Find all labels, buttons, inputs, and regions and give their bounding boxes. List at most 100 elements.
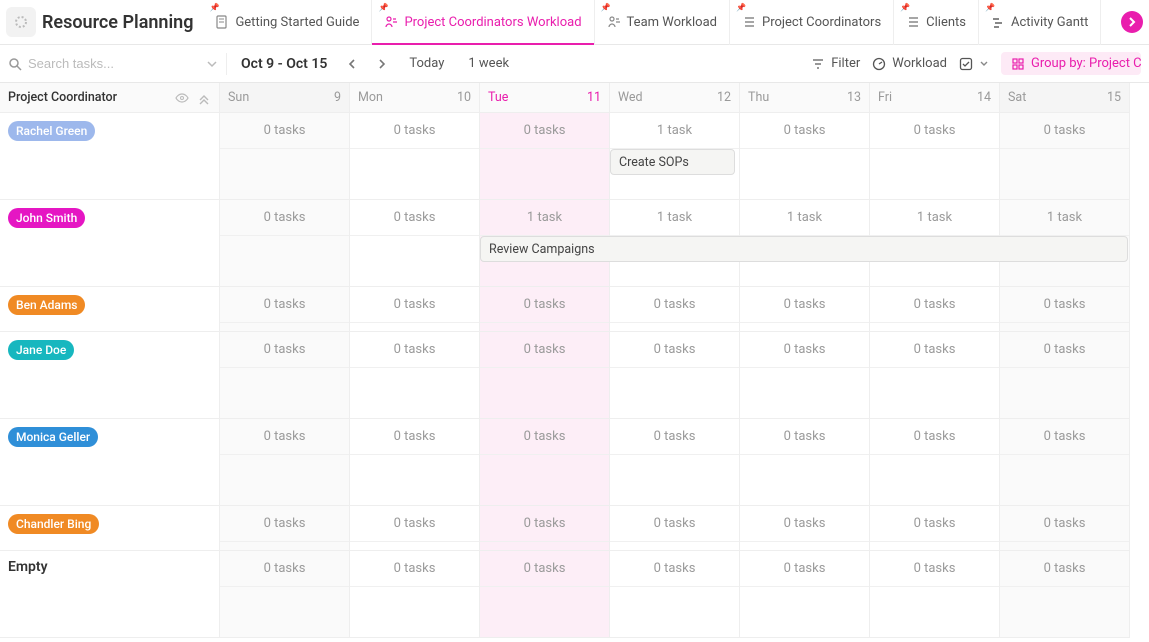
workload-cell[interactable]: 0 tasks [870, 113, 1000, 200]
date-range[interactable]: Oct 9 - Oct 15 [241, 56, 327, 72]
tab-project-coordinators-workload[interactable]: 📌 Project Coordinators Workload [372, 0, 594, 45]
day-header[interactable]: Thu13 [740, 83, 870, 113]
workload-cell[interactable]: 0 tasks [870, 506, 1000, 551]
day-header[interactable]: Wed12 [610, 83, 740, 113]
day-name: Thu [748, 90, 769, 105]
workload-cell[interactable]: 0 tasks [870, 287, 1000, 332]
checkbox-dropdown[interactable] [959, 57, 989, 71]
person-chip[interactable]: Jane Doe [8, 340, 74, 360]
row-header[interactable]: Empty [0, 551, 220, 638]
day-header[interactable]: Fri14 [870, 83, 1000, 113]
workload-cell[interactable]: 0 tasks [350, 419, 480, 506]
app-icon[interactable] [6, 7, 36, 37]
workload-cell[interactable]: 0 tasks [740, 287, 870, 332]
workload-cell[interactable]: 0 tasks [350, 506, 480, 551]
cell-body [740, 323, 869, 331]
workload-cell[interactable]: 0 tasks [480, 113, 610, 200]
day-header[interactable]: Tue11 [480, 83, 610, 113]
pin-icon: 📌 [601, 3, 611, 12]
workload-cell[interactable]: 0 tasks [610, 332, 740, 419]
workload-cell[interactable]: 0 tasks [610, 287, 740, 332]
workload-cell[interactable]: 0 tasks [1000, 419, 1130, 506]
cell-body [350, 455, 479, 505]
prev-week-button[interactable] [341, 53, 363, 75]
workload-cell[interactable]: 0 tasks [350, 551, 480, 638]
workload-cell[interactable]: 0 tasks [350, 287, 480, 332]
next-week-button[interactable] [371, 53, 393, 75]
workload-cell[interactable]: 0 tasks [870, 332, 1000, 419]
workload-cell[interactable]: 0 tasks [610, 419, 740, 506]
gauge-icon [872, 57, 886, 71]
workload-cell[interactable]: 0 tasks [480, 332, 610, 419]
eye-icon[interactable] [175, 91, 189, 105]
workload-cell[interactable]: 0 tasks [610, 551, 740, 638]
day-header[interactable]: Mon10 [350, 83, 480, 113]
workload-cell[interactable]: 0 tasks [480, 506, 610, 551]
workload-cell[interactable]: 0 tasks [220, 332, 350, 419]
workload-cell[interactable]: 0 tasks [740, 506, 870, 551]
workload-cell[interactable]: 0 tasks [870, 551, 1000, 638]
workload-cell[interactable]: 0 tasks [220, 551, 350, 638]
day-header[interactable]: Sun9 [220, 83, 350, 113]
workload-cell[interactable]: 0 tasks [610, 506, 740, 551]
search[interactable] [8, 56, 218, 71]
row-header[interactable]: Chandler Bing [0, 506, 220, 551]
person-chip[interactable]: Chandler Bing [8, 514, 99, 534]
collapse-icon[interactable] [197, 91, 211, 105]
workload-cell[interactable]: 0 tasks [740, 113, 870, 200]
workload-cell[interactable]: 0 tasks [220, 506, 350, 551]
today-button[interactable]: Today [401, 52, 452, 75]
workload-cell[interactable]: 0 tasks [740, 419, 870, 506]
chevron-down-icon[interactable] [206, 58, 218, 70]
workload-cell[interactable]: 0 tasks [1000, 332, 1130, 419]
workload-cell[interactable]: 0 tasks [480, 551, 610, 638]
person-chip[interactable]: Rachel Green [8, 121, 95, 141]
workload-cell[interactable]: 0 tasks [480, 287, 610, 332]
cell-body [870, 587, 999, 637]
row-header[interactable]: Monica Geller [0, 419, 220, 506]
workload-cell[interactable]: 0 tasks [220, 113, 350, 200]
workload-cell[interactable]: 0 tasks [1000, 287, 1130, 332]
tab-getting-started[interactable]: 📌 Getting Started Guide [203, 0, 372, 45]
workload-cell[interactable]: 1 taskReview Campaigns [480, 200, 610, 287]
row-header[interactable]: Rachel Green [0, 113, 220, 200]
row-header[interactable]: Ben Adams [0, 287, 220, 332]
group-by-pill[interactable]: Group by: Project Coo [1001, 52, 1141, 75]
workload-cell[interactable]: 0 tasks [350, 200, 480, 287]
workload-cell[interactable]: 0 tasks [1000, 113, 1130, 200]
top-bar: Resource Planning 📌 Getting Started Guid… [0, 0, 1149, 45]
workload-cell[interactable]: 0 tasks [350, 113, 480, 200]
person-chip[interactable]: Monica Geller [8, 427, 98, 447]
workload-toggle[interactable]: Workload [872, 56, 947, 71]
list-icon [742, 15, 756, 29]
workload-cell[interactable]: 1 taskCreate SOPs [610, 113, 740, 200]
tab-activity-gantt[interactable]: 📌 Activity Gantt [979, 0, 1101, 45]
task-count: 0 tasks [220, 419, 349, 455]
search-input[interactable] [28, 56, 168, 71]
person-chip[interactable]: Ben Adams [8, 295, 85, 315]
workload-cell[interactable]: 0 tasks [740, 332, 870, 419]
tab-project-coordinators[interactable]: 📌 Project Coordinators [730, 0, 894, 45]
workload-cell[interactable]: 0 tasks [1000, 551, 1130, 638]
task-bar[interactable]: Review Campaigns [480, 236, 1128, 262]
day-header[interactable]: Sat15 [1000, 83, 1130, 113]
tab-clients[interactable]: 📌 Clients [894, 0, 979, 45]
workload-cell[interactable]: 0 tasks [870, 419, 1000, 506]
workload-cell[interactable]: 0 tasks [220, 287, 350, 332]
workload-cell[interactable]: 0 tasks [740, 551, 870, 638]
person-chip[interactable]: John Smith [8, 208, 85, 228]
row-header[interactable]: Jane Doe [0, 332, 220, 419]
tab-team-workload[interactable]: 📌 Team Workload [595, 0, 730, 45]
task-bar[interactable]: Create SOPs [610, 149, 735, 175]
workload-cell[interactable]: 0 tasks [480, 419, 610, 506]
tabs-scroll-right[interactable] [1121, 11, 1143, 33]
cell-body [1000, 368, 1129, 418]
filter-button[interactable]: Filter [811, 56, 860, 71]
workload-cell[interactable]: 0 tasks [220, 200, 350, 287]
row-header[interactable]: John Smith [0, 200, 220, 287]
workload-cell[interactable]: 0 tasks [350, 332, 480, 419]
workload-cell[interactable]: 0 tasks [220, 419, 350, 506]
workload-cell[interactable]: 0 tasks [1000, 506, 1130, 551]
range-selector[interactable]: 1 week [460, 52, 517, 75]
task-count: 0 tasks [740, 332, 869, 368]
